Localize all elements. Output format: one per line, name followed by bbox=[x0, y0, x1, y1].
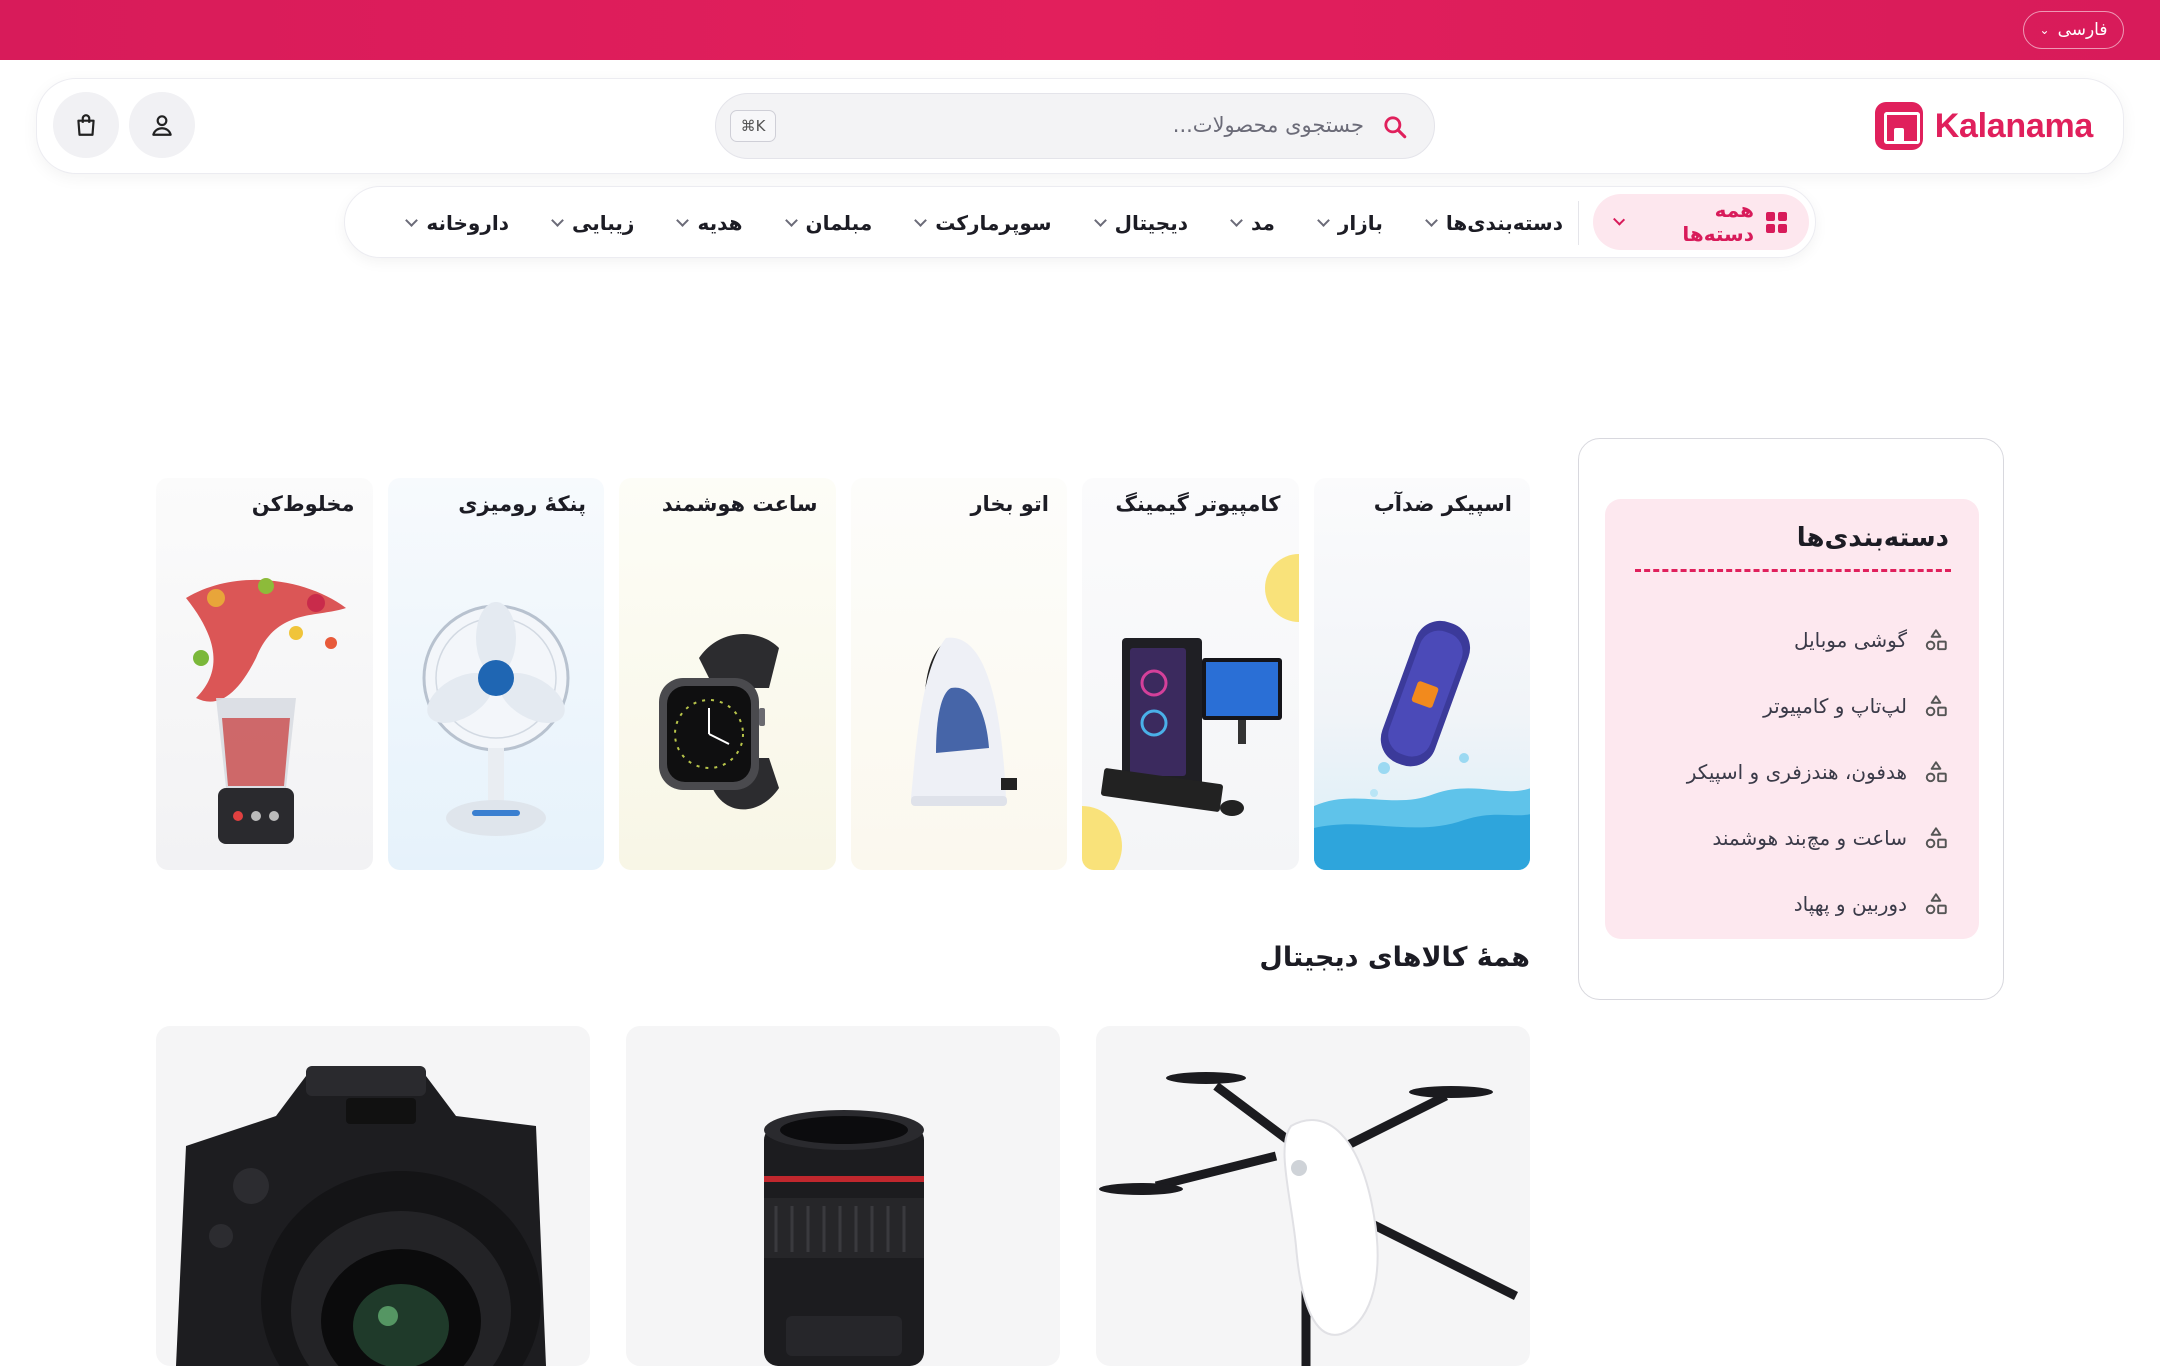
search-input[interactable]: جستجوی محصولات... ⌘K bbox=[715, 93, 1435, 159]
chevron-down-icon bbox=[784, 214, 798, 227]
category-label: پنکهٔ رومیزی bbox=[458, 492, 586, 516]
chevron-down-icon: ⌄ bbox=[2039, 23, 2050, 37]
category-label: اتو بخار bbox=[970, 492, 1049, 516]
nav-item-label: مبلمان bbox=[805, 211, 873, 235]
all-categories-button[interactable]: همه دسته‌ها bbox=[1593, 194, 1809, 250]
nav-item-categories[interactable]: دسته‌بندی‌ها bbox=[1424, 211, 1563, 235]
product-card-lens[interactable] bbox=[626, 1026, 1060, 1366]
nav-item-bazaar[interactable]: بازار bbox=[1317, 211, 1383, 235]
steam-iron-image bbox=[910, 637, 1017, 806]
nav-item-label: مد bbox=[1250, 211, 1275, 235]
nav-item-beauty[interactable]: زیبایی bbox=[551, 211, 635, 235]
product-card-dslr[interactable] bbox=[156, 1026, 590, 1366]
header: Kalanama جستجوی محصولات... ⌘K bbox=[36, 78, 2124, 174]
nav-item-label: داروخانه bbox=[426, 211, 509, 235]
nav-item-gift[interactable]: هدیه bbox=[676, 211, 743, 235]
top-bar: فارسی ⌄ bbox=[0, 0, 2160, 60]
shapes-icon bbox=[1925, 695, 1947, 717]
category-card-gaming-pc[interactable]: کامپیوتر گیمینگ bbox=[1082, 478, 1299, 870]
camera-lens-image bbox=[764, 1110, 924, 1366]
nav-item-furniture[interactable]: مبلمان bbox=[784, 211, 873, 235]
nav-item-label: هدیه bbox=[697, 211, 743, 235]
nav-item-digital[interactable]: دیجیتال bbox=[1093, 211, 1188, 235]
user-icon bbox=[152, 115, 172, 136]
nav-item-label: زیبایی bbox=[572, 211, 635, 235]
nav-item-supermarket[interactable]: سوپرمارکت bbox=[914, 211, 1052, 235]
sidebar-item-camera[interactable]: دوربین و پهپاد bbox=[1687, 871, 1949, 937]
account-button[interactable] bbox=[129, 92, 195, 158]
shopping-bag-icon bbox=[77, 114, 95, 136]
store-icon bbox=[1874, 102, 1923, 150]
all-categories-label: همه دسته‌ها bbox=[1682, 198, 1754, 246]
shapes-icon bbox=[1925, 827, 1947, 849]
language-label: فارسی bbox=[2057, 20, 2108, 40]
category-cards: اسپیکر ضدآب کامپیوتر گیمینگ اتو بخار ساع… bbox=[156, 478, 1530, 870]
search-shortcut: ⌘K bbox=[730, 110, 776, 142]
chevron-down-icon bbox=[551, 214, 564, 227]
cart-button[interactable] bbox=[53, 92, 119, 158]
nav-item-label: دسته‌بندی‌ها bbox=[1445, 211, 1563, 235]
nav-item-pharmacy[interactable]: داروخانه bbox=[405, 211, 509, 235]
dashed-divider bbox=[1635, 569, 1951, 572]
chevron-down-icon bbox=[1093, 214, 1107, 227]
chevron-down-icon bbox=[914, 214, 928, 227]
grid-icon bbox=[1766, 211, 1787, 233]
sidebar-item-laptop[interactable]: لپ‌تاپ و کامپیوتر bbox=[1687, 673, 1949, 739]
category-label: کامپیوتر گیمینگ bbox=[1115, 492, 1281, 516]
speaker-image bbox=[1313, 620, 1530, 870]
category-card-smart-watch[interactable]: ساعت هوشمند bbox=[619, 478, 836, 870]
category-card-desk-fan[interactable]: پنکهٔ رومیزی bbox=[387, 478, 604, 870]
search-icon[interactable] bbox=[1382, 114, 1408, 140]
category-card-blender[interactable]: مخلوط‌کن bbox=[156, 478, 373, 870]
chevron-down-icon bbox=[1230, 214, 1243, 227]
category-label: ساعت هوشمند bbox=[661, 492, 818, 516]
chevron-down-icon bbox=[676, 214, 690, 227]
product-card-drone[interactable] bbox=[1096, 1026, 1530, 1366]
categories-panel: دسته‌بندی‌ها گوشی موبایل لپ‌تاپ و کامپیو… bbox=[1605, 499, 1979, 939]
sidebar-item-label: لپ‌تاپ و کامپیوتر bbox=[1763, 694, 1907, 718]
search-placeholder: جستجوی محصولات... bbox=[1172, 113, 1364, 137]
shapes-icon bbox=[1925, 893, 1947, 915]
nav-item-label: دیجیتال bbox=[1114, 211, 1188, 235]
section-title: همهٔ کالاهای دیجیتال bbox=[1259, 942, 1530, 973]
sidebar-item-watch[interactable]: ساعت و مچ‌بند هوشمند bbox=[1687, 805, 1949, 871]
gaming-pc-image bbox=[1082, 554, 1299, 870]
brand-logo[interactable]: Kalanama bbox=[1874, 101, 2094, 151]
chevron-down-icon bbox=[405, 214, 419, 227]
sidebar-item-label: هدفون، هندزفری و اسپیکر bbox=[1686, 760, 1907, 784]
chevron-down-icon bbox=[1613, 213, 1626, 226]
sidebar-item-mobile[interactable]: گوشی موبایل bbox=[1687, 607, 1949, 673]
brand-name: Kalanama bbox=[1934, 106, 2094, 145]
category-card-speaker[interactable]: اسپیکر ضدآب bbox=[1313, 478, 1530, 870]
sidebar-item-label: ساعت و مچ‌بند هوشمند bbox=[1712, 826, 1907, 850]
sidebar-item-label: گوشی موبایل bbox=[1793, 628, 1907, 652]
category-label: اسپیکر ضدآب bbox=[1373, 492, 1512, 516]
main-nav: همه دسته‌ها دسته‌بندی‌ها بازار مد دیجیتا… bbox=[344, 186, 1816, 258]
sidebar-title: دسته‌بندی‌ها bbox=[1796, 523, 1949, 553]
drone-image bbox=[1099, 1072, 1519, 1366]
categories-sidebar: دسته‌بندی‌ها گوشی موبایل لپ‌تاپ و کامپیو… bbox=[1578, 438, 2004, 1000]
nav-item-label: بازار bbox=[1337, 211, 1383, 235]
chevron-down-icon bbox=[1424, 214, 1438, 227]
nav-item-fashion[interactable]: مد bbox=[1230, 211, 1275, 235]
nav-item-label: سوپرمارکت bbox=[935, 211, 1052, 235]
desk-fan-image bbox=[422, 602, 569, 836]
nav-divider bbox=[1577, 201, 1579, 245]
language-selector[interactable]: فارسی ⌄ bbox=[2023, 11, 2124, 49]
sidebar-item-audio[interactable]: هدفون، هندزفری و اسپیکر bbox=[1687, 739, 1949, 805]
category-card-steam-iron[interactable]: اتو بخار bbox=[850, 478, 1067, 870]
blender-image bbox=[186, 578, 346, 844]
dslr-camera-image bbox=[176, 1066, 546, 1366]
category-label: مخلوط‌کن bbox=[251, 492, 355, 516]
shapes-icon bbox=[1925, 761, 1947, 783]
smart-watch-image bbox=[659, 634, 779, 810]
shapes-icon bbox=[1925, 629, 1947, 651]
sidebar-item-label: دوربین و پهپاد bbox=[1793, 892, 1907, 916]
chevron-down-icon bbox=[1317, 214, 1330, 227]
